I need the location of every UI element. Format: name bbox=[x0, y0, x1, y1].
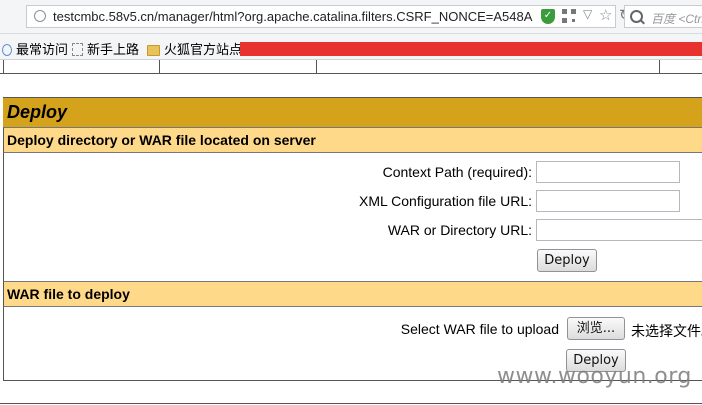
redaction-bar bbox=[240, 42, 702, 56]
table-divider bbox=[316, 60, 317, 73]
bookmark-label: 火狐官方站点 bbox=[164, 42, 243, 57]
context-path-label: Context Path (required): bbox=[382, 164, 532, 180]
table-divider bbox=[3, 60, 4, 73]
bookmark-firefox-site[interactable]: 火狐官方站点 bbox=[147, 39, 242, 58]
qr-code-icon[interactable] bbox=[562, 9, 576, 23]
deploy-title: Deploy bbox=[3, 97, 702, 127]
select-war-label: Select WAR file to upload bbox=[400, 321, 559, 337]
deploy-server-button[interactable]: Deploy bbox=[537, 249, 597, 272]
shield-icon[interactable]: ✓ bbox=[541, 9, 555, 24]
folder-icon bbox=[147, 45, 160, 56]
browse-button[interactable]: 浏览... bbox=[567, 317, 625, 340]
xml-config-input[interactable] bbox=[536, 190, 680, 212]
search-placeholder: 百度 <Ctrl bbox=[651, 12, 702, 26]
watermark: www.wooyun.org bbox=[497, 364, 692, 389]
browser-toolbar: testcmbc.58v5.cn/manager/html?org.apache… bbox=[0, 0, 702, 34]
bookmark-star-icon[interactable]: ☆ bbox=[599, 6, 612, 24]
table-divider bbox=[659, 60, 660, 73]
table-divider bbox=[159, 60, 160, 73]
bookmark-label: 新手上路 bbox=[87, 42, 140, 57]
search-input[interactable]: 百度 <Ctrl bbox=[624, 5, 702, 28]
bookmark-label: 最常访问 bbox=[16, 42, 69, 57]
chevron-down-icon[interactable]: ▽ bbox=[583, 7, 592, 21]
bookmark-most-visited[interactable]: 最常访问 bbox=[2, 39, 68, 58]
context-path-input[interactable] bbox=[536, 161, 680, 183]
war-upload-heading: WAR file to deploy bbox=[3, 281, 702, 307]
server-deploy-form: Context Path (required): XML Configurati… bbox=[3, 153, 702, 281]
server-deploy-heading: Deploy directory or WAR file located on … bbox=[3, 127, 702, 153]
xml-config-label: XML Configuration file URL: bbox=[358, 193, 532, 209]
site-info-icon[interactable] bbox=[34, 10, 46, 22]
address-bar[interactable]: testcmbc.58v5.cn/manager/html?org.apache… bbox=[26, 5, 632, 28]
war-directory-label: WAR or Directory URL: bbox=[387, 222, 532, 238]
page-icon bbox=[72, 43, 83, 56]
search-icon bbox=[630, 10, 643, 23]
applications-table-bottom bbox=[0, 60, 702, 74]
no-file-selected-text: 未选择文件。 bbox=[631, 323, 702, 339]
url-text[interactable]: testcmbc.58v5.cn/manager/html?org.apache… bbox=[53, 9, 533, 24]
war-directory-input[interactable] bbox=[536, 219, 702, 241]
globe-icon bbox=[2, 44, 12, 56]
bookmark-getting-started[interactable]: 新手上路 bbox=[72, 39, 139, 58]
page-divider bbox=[0, 403, 702, 404]
